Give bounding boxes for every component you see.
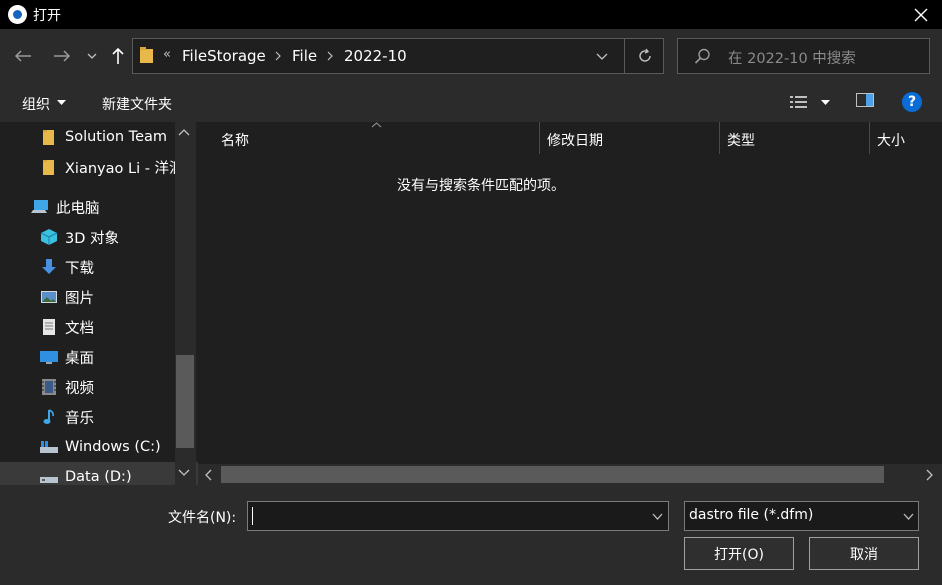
cube-icon: [40, 229, 58, 245]
back-button[interactable]: [12, 44, 34, 68]
chevron-right-icon: [327, 51, 333, 61]
chevron-down-icon: [87, 53, 97, 59]
chevron-up-icon[interactable]: [178, 128, 190, 136]
download-icon: [42, 259, 56, 274]
chevron-right-icon: [275, 51, 281, 61]
column-divider[interactable]: [869, 122, 870, 154]
desktop-icon: [40, 351, 58, 364]
filename-field[interactable]: [247, 501, 669, 531]
search-placeholder: 在 2022-10 中搜索: [728, 51, 856, 67]
view-options-button[interactable]: [785, 90, 833, 114]
arrow-up-icon: [112, 47, 124, 64]
navigation-scrollbar-thumb[interactable]: [176, 355, 194, 448]
refresh-button[interactable]: [624, 38, 664, 74]
recent-locations-button[interactable]: [84, 44, 100, 68]
chevron-down-icon: [596, 53, 608, 60]
folder-icon: [43, 130, 54, 145]
picture-icon: [41, 291, 57, 303]
empty-message: 没有与搜索条件匹配的项。: [397, 178, 565, 194]
up-button[interactable]: [107, 44, 129, 68]
details-view-icon: [790, 96, 807, 108]
title-bar: [0, 0, 942, 29]
horizontal-scrollbar-thumb[interactable]: [221, 466, 884, 483]
document-icon: [43, 319, 55, 335]
chevron-down-icon: [821, 100, 830, 105]
help-icon: ?: [907, 94, 917, 110]
window-title: 打开: [33, 8, 61, 24]
drive-icon: [40, 441, 58, 453]
music-icon: [43, 409, 54, 424]
folder-icon: [140, 47, 153, 63]
column-header-date-modified[interactable]: 修改日期: [547, 130, 603, 150]
folder-icon: [43, 160, 54, 175]
search-icon: [694, 48, 710, 64]
filename-label: 文件名(N):: [168, 510, 237, 526]
chevron-down-icon[interactable]: [652, 513, 663, 520]
column-header-name[interactable]: 名称: [221, 130, 249, 150]
arrow-left-icon: [14, 50, 31, 62]
bottom-panel: [0, 485, 942, 585]
arrow-right-icon: [54, 50, 71, 62]
column-divider[interactable]: [539, 122, 540, 154]
drive-icon: [40, 477, 58, 483]
chevron-right-icon[interactable]: [926, 469, 934, 481]
video-icon: [42, 379, 56, 395]
forward-button[interactable]: [51, 44, 73, 68]
preview-pane-button[interactable]: [856, 93, 876, 109]
breadcrumb-2022-10[interactable]: 2022-10: [344, 47, 407, 65]
chevron-down-icon: [57, 100, 66, 105]
breadcrumb-overflow[interactable]: «: [163, 47, 171, 62]
chevron-down-icon: [903, 513, 914, 520]
text-caret: [252, 507, 253, 525]
close-icon: [914, 8, 928, 21]
column-divider[interactable]: [719, 122, 720, 154]
address-history-button[interactable]: [592, 46, 612, 66]
new-folder-button[interactable]: 新建文件夹: [102, 94, 172, 114]
breadcrumb-file[interactable]: File: [292, 47, 317, 65]
filename-input[interactable]: [252, 505, 646, 529]
refresh-icon: [638, 48, 651, 62]
breadcrumb-filestorage[interactable]: FileStorage: [182, 47, 266, 65]
column-header-type[interactable]: 类型: [727, 130, 755, 150]
help-button[interactable]: ?: [902, 92, 922, 112]
chevron-left-icon[interactable]: [204, 469, 212, 481]
app-icon: [8, 5, 27, 24]
close-button[interactable]: [906, 2, 936, 27]
column-header-size[interactable]: 大小: [877, 130, 905, 150]
organize-label: 组织: [22, 97, 50, 113]
open-button[interactable]: 打开(O): [684, 537, 794, 570]
sort-ascending-icon: [371, 122, 382, 128]
cancel-button[interactable]: 取消: [809, 537, 919, 570]
chevron-down-icon[interactable]: [178, 469, 190, 477]
computer-icon: [31, 200, 48, 213]
file-type-value: dastro file (*.dfm): [689, 507, 814, 523]
preview-pane-icon: [856, 93, 874, 107]
